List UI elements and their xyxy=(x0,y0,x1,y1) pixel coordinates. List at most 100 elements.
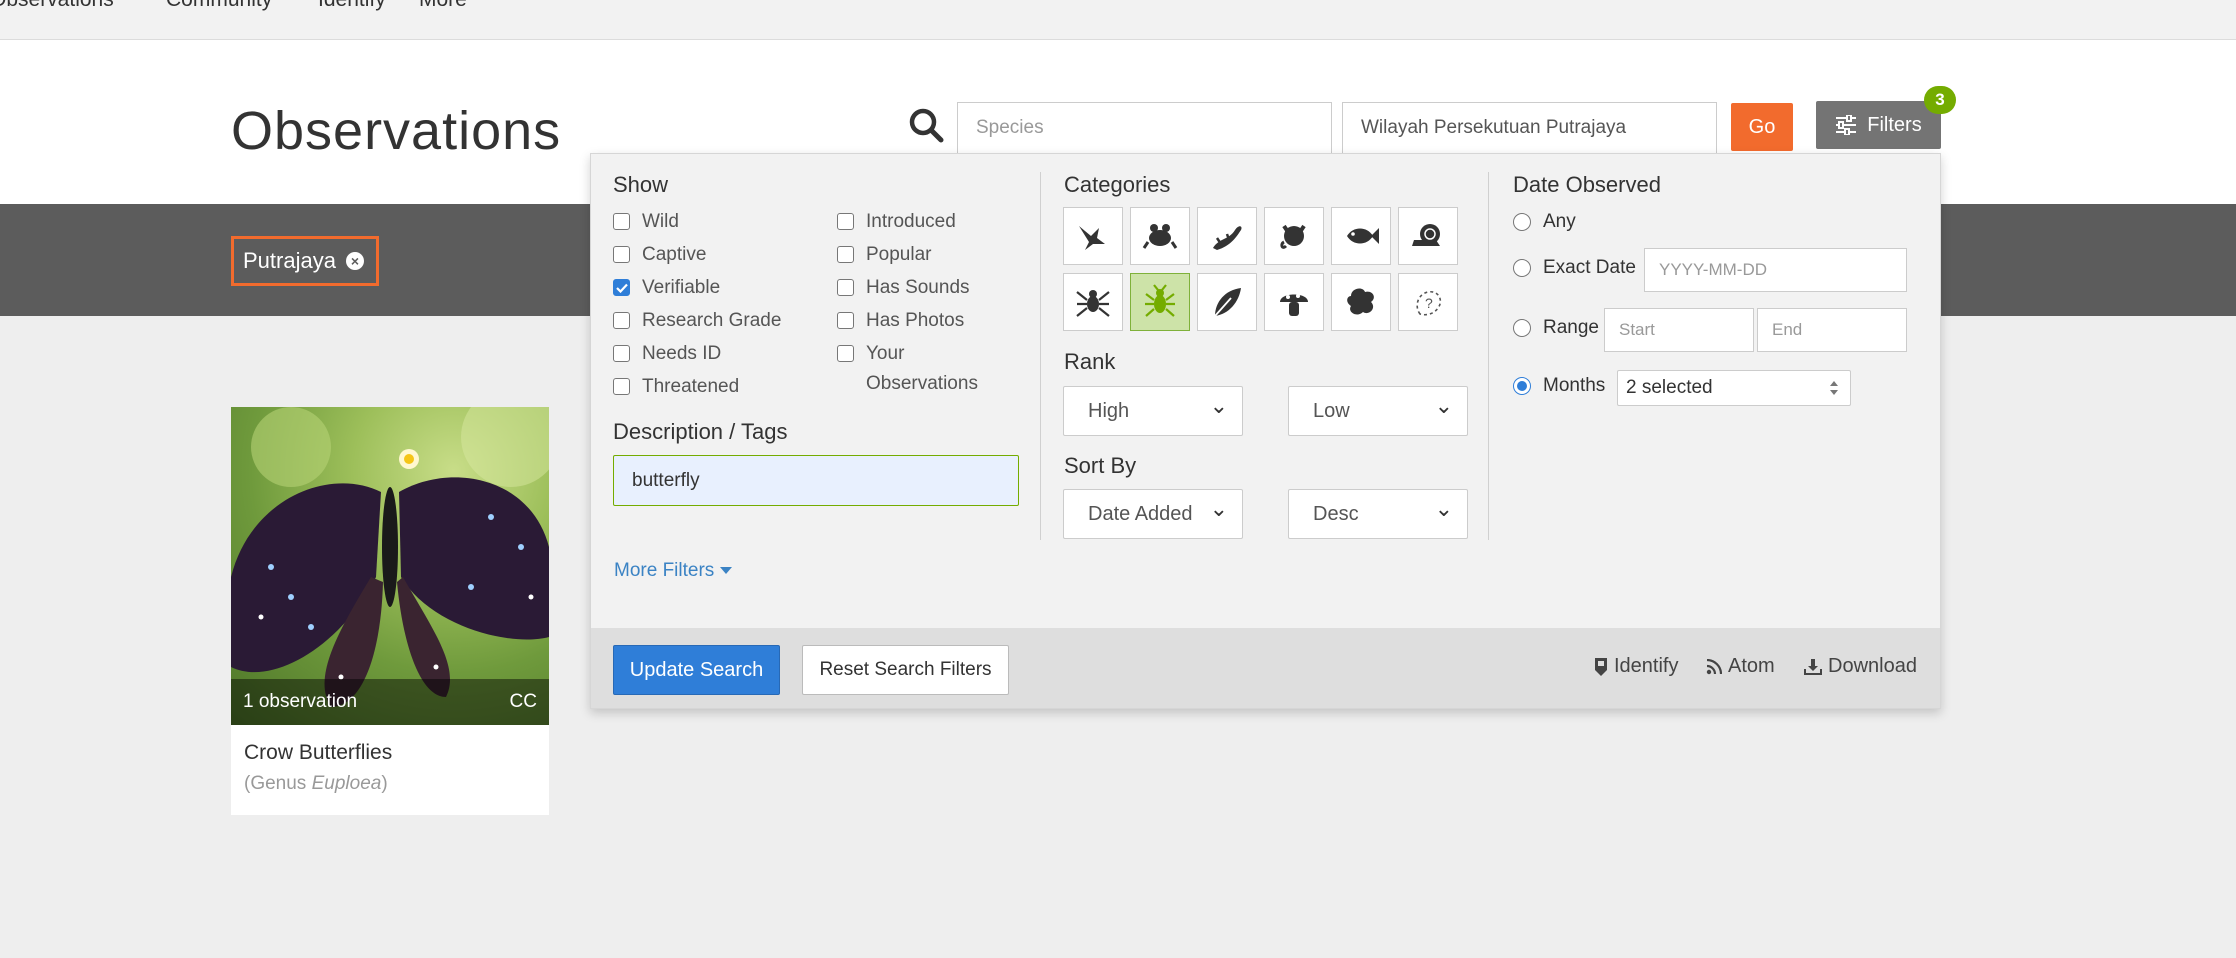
checkbox[interactable] xyxy=(613,246,630,263)
category-fish[interactable] xyxy=(1331,207,1391,265)
filters-panel: Show Wild Captive Verifiable Research Grade… xyxy=(590,153,1941,709)
category-mollusk[interactable] xyxy=(1398,207,1458,265)
mollusk-icon xyxy=(1412,224,1440,246)
checkbox[interactable] xyxy=(613,345,630,362)
unknown-icon: ? xyxy=(1416,290,1442,316)
checkbox-label: Needs ID xyxy=(642,343,722,364)
date-exact-radio[interactable] xyxy=(1513,259,1531,277)
update-search-button[interactable]: Update Search xyxy=(613,645,780,695)
date-observed-title: Date Observed xyxy=(1513,172,1661,197)
checkbox[interactable] xyxy=(837,246,854,263)
categories-title: Categories xyxy=(1064,172,1171,197)
date-any-option[interactable]: Any xyxy=(1513,207,1576,237)
remove-place-icon[interactable]: × xyxy=(345,252,364,270)
category-protozoa[interactable] xyxy=(1331,273,1391,331)
place-chip[interactable]: Putrajaya × xyxy=(231,236,379,286)
identify-link[interactable]: Identify xyxy=(1594,655,1678,678)
category-reptile[interactable] xyxy=(1197,207,1257,265)
rss-icon xyxy=(1706,658,1722,674)
observation-photo[interactable]: 1 observation CC xyxy=(231,407,549,725)
reset-filters-button[interactable]: Reset Search Filters xyxy=(802,645,1009,695)
checkbox[interactable] xyxy=(613,378,630,395)
more-filters-link[interactable]: More Filters xyxy=(614,560,733,582)
category-unknown[interactable]: ? xyxy=(1398,273,1458,331)
checkbox-label: Your Observations xyxy=(866,343,978,394)
category-fungi[interactable] xyxy=(1264,273,1324,331)
download-link[interactable]: Download xyxy=(1804,655,1917,678)
checkbox[interactable] xyxy=(837,279,854,296)
check-icon xyxy=(615,283,628,293)
nav-community[interactable]: Community xyxy=(166,0,272,12)
date-range-radio[interactable] xyxy=(1513,319,1531,337)
show-option-has-sounds[interactable]: Has Sounds xyxy=(837,273,970,303)
butterfly-photo xyxy=(231,407,549,707)
divider xyxy=(1040,172,1041,540)
show-option-introduced[interactable]: Introduced xyxy=(837,207,956,237)
checkbox[interactable] xyxy=(613,213,630,230)
observation-count[interactable]: 1 observation xyxy=(243,691,357,713)
show-title: Show xyxy=(613,172,669,197)
nav-observations[interactable]: Observations xyxy=(0,0,114,12)
range-end-input[interactable]: End xyxy=(1757,308,1907,352)
nav-more[interactable]: More xyxy=(419,0,467,12)
species-input[interactable]: Species xyxy=(957,102,1332,154)
license-label: CC xyxy=(509,691,537,712)
atom-link[interactable]: Atom xyxy=(1706,655,1775,678)
filters-button[interactable]: Filters xyxy=(1816,101,1941,149)
checkbox-label: Captive xyxy=(642,244,707,265)
observation-card[interactable]: 1 observation CC Crow Butterflies (Genus… xyxy=(231,407,549,815)
show-option-wild[interactable]: Wild xyxy=(613,207,679,237)
checkbox-label: Popular xyxy=(866,244,932,265)
category-arachnid[interactable] xyxy=(1063,273,1123,331)
updown-arrow-icon xyxy=(1830,381,1838,395)
place-input[interactable]: Wilayah Persekutuan Putrajaya xyxy=(1342,102,1717,154)
plant-icon xyxy=(1214,288,1241,317)
show-option-research-grade[interactable]: Research Grade xyxy=(613,306,781,336)
show-option-has-photos[interactable]: Has Photos xyxy=(837,306,964,336)
months-select[interactable]: 2 selected xyxy=(1617,370,1851,406)
divider xyxy=(1488,172,1489,540)
rank-low-select[interactable]: Low ⌄ xyxy=(1288,386,1468,436)
category-bird[interactable] xyxy=(1063,207,1123,265)
checkbox[interactable] xyxy=(837,345,854,362)
checkbox-label: Wild xyxy=(642,211,679,232)
checkbox-label: Threatened xyxy=(642,376,740,397)
sort-by-select[interactable]: Date Added ⌄ xyxy=(1063,489,1243,539)
date-months-radio[interactable] xyxy=(1513,377,1531,395)
show-option-needs-id[interactable]: Needs ID xyxy=(613,339,721,369)
checkbox[interactable] xyxy=(613,312,630,329)
sort-order-select[interactable]: Desc ⌄ xyxy=(1288,489,1468,539)
range-start-input[interactable]: Start xyxy=(1604,308,1754,352)
filters-label: Filters xyxy=(1867,113,1922,136)
place-chip-label: Putrajaya xyxy=(243,248,336,273)
nav-identify[interactable]: Identify xyxy=(318,0,386,12)
category-mammal[interactable] xyxy=(1264,207,1324,265)
checkbox[interactable] xyxy=(837,312,854,329)
category-insect[interactable] xyxy=(1130,273,1190,331)
show-option-captive[interactable]: Captive xyxy=(613,240,706,270)
mammal-icon xyxy=(1280,224,1306,249)
identify-icon xyxy=(1595,657,1607,676)
go-button[interactable]: Go xyxy=(1731,103,1793,151)
category-plant[interactable] xyxy=(1197,273,1257,331)
show-option-threatened[interactable]: Threatened xyxy=(613,372,739,402)
protozoa-icon xyxy=(1347,288,1374,315)
category-amphibian[interactable] xyxy=(1130,207,1190,265)
description-input[interactable]: butterfly xyxy=(613,455,1019,506)
checkbox[interactable] xyxy=(837,213,854,230)
show-option-your-observations[interactable]: Your Observations xyxy=(837,339,996,399)
show-option-verifiable[interactable]: Verifiable xyxy=(613,273,720,303)
taxon-common-name[interactable]: Crow Butterflies xyxy=(244,741,392,765)
date-range-option[interactable]: Range xyxy=(1513,313,1599,343)
rank-high-select[interactable]: High ⌄ xyxy=(1063,386,1243,436)
exact-date-input[interactable]: YYYY-MM-DD xyxy=(1644,248,1907,292)
show-option-popular[interactable]: Popular xyxy=(837,240,932,270)
download-icon xyxy=(1804,658,1822,675)
date-exact-option[interactable]: Exact Date xyxy=(1513,253,1636,283)
page-title: Observations xyxy=(231,101,562,161)
checkbox[interactable] xyxy=(613,279,630,296)
date-months-option[interactable]: Months xyxy=(1513,371,1605,401)
arachnid-icon xyxy=(1076,290,1110,317)
date-any-radio[interactable] xyxy=(1513,213,1531,231)
insect-icon xyxy=(1145,284,1175,317)
